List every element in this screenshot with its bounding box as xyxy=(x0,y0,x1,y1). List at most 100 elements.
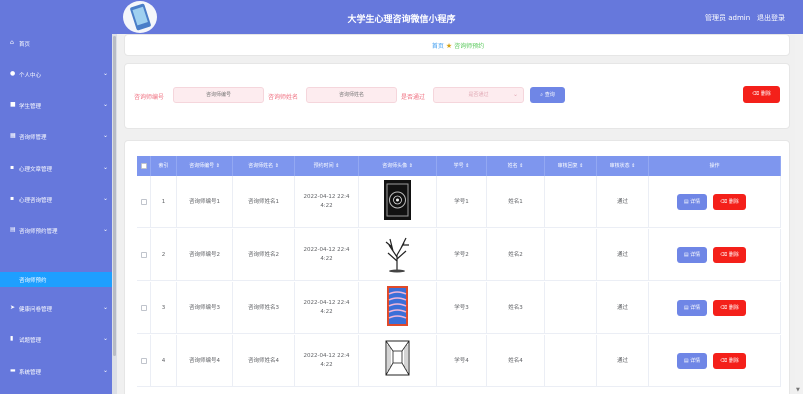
student-no-cell-text: 学号2 xyxy=(454,251,469,258)
status-cell: 通过 xyxy=(597,282,649,334)
sidebar-item-label: 咨询师管理 xyxy=(19,135,47,141)
chevron-down-icon: ⌄ xyxy=(512,91,518,98)
column-header[interactable]: 咨询师头像 ⇕ xyxy=(359,156,437,176)
time-cell: 2022-04-12 22:4 4:22 xyxy=(295,176,359,228)
name-input[interactable] xyxy=(306,87,397,103)
counselor-avatar-image xyxy=(384,339,411,383)
code-cell-text: 咨询师编号1 xyxy=(189,198,220,205)
column-header[interactable]: 预约时间 ⇕ xyxy=(295,156,359,176)
reply-cell xyxy=(545,335,597,387)
breadcrumb-home[interactable]: 首页 xyxy=(432,43,444,50)
index-cell-text: 3 xyxy=(161,304,166,311)
sidebar-subitem-appointment[interactable]: 咨询师预约 xyxy=(0,272,112,287)
chevron-down-icon: ⌄ xyxy=(103,304,109,311)
code-cell-text: 咨询师编号2 xyxy=(189,251,220,258)
time-cell: 2022-04-12 22:4 4:22 xyxy=(295,229,359,281)
sidebar-item-0[interactable]: ⌂ 首页 xyxy=(0,36,112,50)
student-name-cell-text: 姓名3 xyxy=(508,304,523,311)
breadcrumb-card: 首页 ★ 咨询师预约 xyxy=(124,34,790,56)
delete-button[interactable]: ⌫ 删除 xyxy=(713,300,746,316)
row-checkbox-cell xyxy=(137,176,151,228)
top-bar: 大学生心理咨询微信小程序 管理员 admin 退出登录 xyxy=(0,0,803,34)
counselor-avatar-image xyxy=(384,233,411,277)
detail-button[interactable]: ▤ 详情 xyxy=(677,300,707,316)
row-checkbox[interactable] xyxy=(141,199,147,205)
doc-icon: ▤ xyxy=(683,305,689,311)
student-name-cell: 姓名1 xyxy=(487,176,545,228)
chevron-down-icon: ⌄ xyxy=(103,132,109,139)
sidebar-scrollbar[interactable] xyxy=(112,34,117,394)
grid-icon: ▪ xyxy=(10,195,15,202)
chevron-down-icon: ⌄ xyxy=(103,335,109,342)
name-cell-text: 咨询师姓名2 xyxy=(248,251,279,258)
sidebar-item-label: 试题管理 xyxy=(19,338,42,344)
index-cell-text: 4 xyxy=(161,357,166,364)
detail-button[interactable]: ▤ 详情 xyxy=(677,194,707,210)
status-cell: 通过 xyxy=(597,176,649,228)
index-cell: 4 xyxy=(151,335,177,387)
code-label: 咨询师编号 xyxy=(134,94,165,101)
column-header[interactable]: 咨询师姓名 ⇕ xyxy=(233,156,295,176)
breadcrumb: 首页 ★ 咨询师预约 xyxy=(125,41,791,50)
select-all-checkbox[interactable] xyxy=(141,163,147,169)
student-icon: ■ xyxy=(10,101,16,108)
code-cell: 咨询师编号4 xyxy=(177,335,233,387)
time-cell-text: 2022-04-12 22:4 4:22 xyxy=(303,300,350,315)
column-header[interactable]: 学号 ⇕ xyxy=(437,156,487,176)
code-cell-text: 咨询师编号3 xyxy=(189,304,220,311)
student-no-cell-text: 学号1 xyxy=(454,198,469,205)
table-row: 3 咨询师编号3 咨询师姓名3 2022-04-12 22:4 4:22 学号3 姓名3 通… xyxy=(137,282,781,334)
delete-button[interactable]: ⌫ 删除 xyxy=(713,353,746,369)
sidebar-item-label: 心理咨询管理 xyxy=(19,198,53,204)
sidebar-item-label: 咨询师预约管理 xyxy=(19,229,58,235)
send-icon: ➤ xyxy=(10,304,16,311)
column-header[interactable]: 审核状态 ⇕ xyxy=(597,156,649,176)
avatar-cell xyxy=(359,282,437,334)
status-cell-text: 通过 xyxy=(616,251,628,258)
student-no-cell: 学号2 xyxy=(437,229,487,281)
index-cell: 2 xyxy=(151,229,177,281)
detail-button[interactable]: ▤ 详情 xyxy=(677,247,707,263)
batch-delete-button[interactable]: ⌫ 删除 xyxy=(743,86,780,103)
sidebar-item-10[interactable]: ▬ 系统管理 ⌄ xyxy=(0,364,112,378)
sidebar-item-8[interactable]: ➤ 健康问卷管理 ⌄ xyxy=(0,301,112,315)
sidebar-item-label: 系统管理 xyxy=(19,370,42,376)
column-header[interactable]: 审核回复 ⇕ xyxy=(545,156,597,176)
column-header[interactable]: 咨询师编号 ⇕ xyxy=(177,156,233,176)
sidebar-item-4[interactable]: ▪ 心理文章管理 ⌄ xyxy=(0,161,112,175)
reply-cell xyxy=(545,176,597,228)
user-icon: ● xyxy=(10,70,16,77)
page-scrollbar[interactable]: ▼ xyxy=(795,34,803,394)
index-cell: 3 xyxy=(151,282,177,334)
chevron-down-icon: ⌄ xyxy=(103,195,109,202)
code-input[interactable] xyxy=(173,87,264,103)
grid-icon: ▪ xyxy=(10,164,15,171)
sidebar-item-9[interactable]: ▮ 试题管理 ⌄ xyxy=(0,332,112,346)
delete-button[interactable]: ⌫ 删除 xyxy=(713,194,746,210)
row-checkbox[interactable] xyxy=(141,252,147,258)
sidebar-item-2[interactable]: ■ 学生管理 ⌄ xyxy=(0,98,112,112)
query-button[interactable]: ⌕ 查询 xyxy=(530,87,565,103)
trash-icon: ⌫ xyxy=(720,358,728,364)
sidebar-item-3[interactable]: ▦ 咨询师管理 ⌄ xyxy=(0,129,112,143)
search-icon: ⌕ xyxy=(540,92,544,98)
approved-select[interactable]: 是否通过 ⌄ xyxy=(433,87,524,103)
row-checkbox[interactable] xyxy=(141,358,147,364)
row-checkbox[interactable] xyxy=(141,305,147,311)
time-cell: 2022-04-12 22:4 4:22 xyxy=(295,335,359,387)
column-header[interactable]: 姓名 ⇕ xyxy=(487,156,545,176)
scroll-down-icon[interactable]: ▼ xyxy=(796,387,800,393)
chevron-down-icon: ⌄ xyxy=(103,367,109,374)
avatar-cell xyxy=(359,335,437,387)
sidebar-item-6[interactable]: ▤ 咨询师预约管理 ⌄ xyxy=(0,223,112,237)
detail-button[interactable]: ▤ 详情 xyxy=(677,353,707,369)
chevron-down-icon: ⌄ xyxy=(103,70,109,77)
logout-link[interactable]: 退出登录 xyxy=(757,13,785,23)
sidebar-item-5[interactable]: ▪ 心理咨询管理 ⌄ xyxy=(0,192,112,206)
code-cell: 咨询师编号1 xyxy=(177,176,233,228)
trash-icon: ⌫ xyxy=(752,91,760,97)
search-card: 咨询师编号 咨询师姓名 是否通过 是否通过 ⌄ ⌕ 查询 ⌫ 删除 xyxy=(124,63,790,129)
avatar-cell xyxy=(359,176,437,228)
delete-button[interactable]: ⌫ 删除 xyxy=(713,247,746,263)
sidebar-item-1[interactable]: ● 个人中心 ⌄ xyxy=(0,67,112,81)
